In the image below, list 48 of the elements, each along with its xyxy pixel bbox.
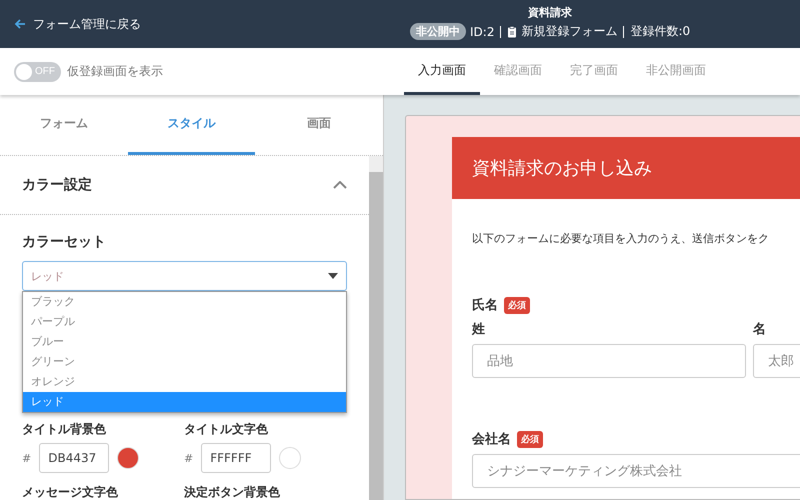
field-label: 氏名 (472, 296, 498, 314)
input-field[interactable]: シナジーマーケティング株式会社 (472, 454, 800, 488)
form-name: 新規登録フォーム (521, 23, 618, 40)
dropdown-option[interactable]: レッド (23, 392, 346, 412)
scrollbar[interactable] (369, 156, 383, 500)
color-set-dropdown[interactable]: レッド (22, 261, 347, 291)
field-label: カラーセット (22, 233, 107, 251)
dropdown-option[interactable]: ブルー (23, 332, 346, 352)
color-input[interactable]: FFFFFF (201, 443, 272, 473)
dropdown-option[interactable]: パープル (23, 312, 346, 332)
dropdown-option[interactable]: オレンジ (23, 372, 346, 392)
back-link[interactable]: フォーム管理に戻る (14, 16, 141, 32)
form-description: 以下のフォームに必要な項目を入力のうえ、送信ボタンをク (472, 231, 770, 246)
back-arrow-icon (14, 18, 26, 30)
color-input[interactable]: DB4437 (39, 443, 110, 473)
required-badge: 必須 (504, 296, 530, 314)
field-sublabel: 姓 (472, 321, 486, 338)
field-label: タイトル文字色 (184, 421, 269, 438)
color-swatch[interactable] (117, 447, 140, 469)
field-label: メッセージ文字色 (22, 484, 119, 500)
form-id: ID:2 (470, 24, 494, 38)
clipboard-icon (507, 26, 518, 38)
field-label: 会社名 (472, 431, 511, 448)
chevron-icon[interactable] (333, 181, 347, 189)
caret-icon (328, 273, 338, 279)
sidebar-tab[interactable]: 画面 (255, 95, 384, 155)
color-swatch[interactable] (279, 447, 302, 469)
screen-tab[interactable]: 非公開画面 (632, 48, 720, 95)
field-label: タイトル背景色 (22, 421, 107, 438)
toggle-label: 仮登録画面を表示 (67, 63, 163, 80)
field-sublabel: 名 (753, 321, 767, 338)
status-badge: 非公開中 (410, 23, 466, 40)
required-badge: 必須 (517, 430, 543, 448)
input-field[interactable]: 品地 (472, 344, 746, 378)
dropdown-option[interactable]: グリーン (23, 352, 346, 372)
sidebar-tab[interactable]: スタイル (128, 95, 256, 155)
hash-sign: # (184, 452, 194, 464)
form-title: 資料請求 (528, 5, 572, 20)
hash-sign: # (22, 452, 32, 464)
input-field[interactable]: 太郎 (753, 344, 800, 378)
dropdown-option[interactable]: ブラック (23, 292, 346, 312)
section-title: カラー設定 (22, 176, 92, 194)
field-label: 決定ボタン背景色 (184, 484, 281, 500)
screen-tab[interactable]: 確認画面 (480, 48, 556, 95)
form-heading: 資料請求のお申し込み (472, 157, 652, 180)
sidebar-tab[interactable]: フォーム (0, 95, 128, 155)
entry-count: 登録件数:0 (630, 23, 690, 40)
screen-tab[interactable]: 完了画面 (556, 48, 632, 95)
